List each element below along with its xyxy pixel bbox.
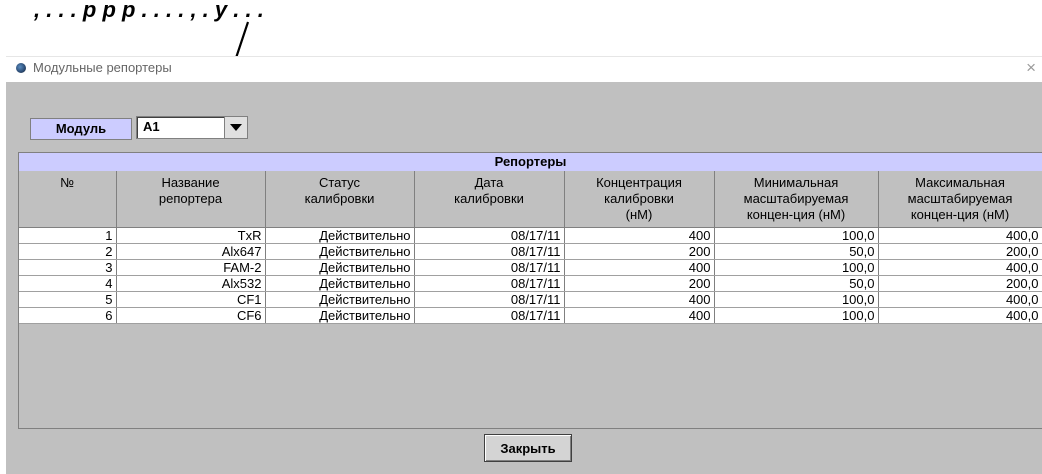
cell-max-concentration[interactable]: 400,0 [878, 307, 1042, 324]
chevron-down-icon[interactable] [224, 117, 247, 138]
cell-calibration-date[interactable]: 08/17/11 [414, 291, 565, 308]
cell-min-concentration[interactable]: 100,0 [714, 291, 879, 308]
cell-calibration-date[interactable]: 08/17/11 [414, 227, 565, 244]
table-title: Репортеры [19, 153, 1042, 172]
cell-calibration-status[interactable]: Действительно [265, 307, 415, 324]
cell-min-concentration[interactable]: 50,0 [714, 275, 879, 292]
reporters-table: № Название репортера Статус калибровки Д… [19, 171, 1042, 324]
cell-number[interactable]: 6 [19, 307, 117, 324]
cell-reporter-name[interactable]: CF6 [116, 307, 266, 324]
annotation-caption-fragment: , . . . р р р . . . . , . у . . . [34, 0, 264, 22]
cell-min-concentration[interactable]: 100,0 [714, 307, 879, 324]
cell-min-concentration[interactable]: 100,0 [714, 259, 879, 276]
cell-number[interactable]: 5 [19, 291, 117, 308]
cell-calibration-concentration[interactable]: 400 [564, 291, 715, 308]
table-row[interactable]: 6 CF6 Действительно 08/17/11 400 100,0 400,0 [19, 307, 1042, 324]
table-row[interactable]: 1 TxR Действительно 08/17/11 400 100,0 400,0 [19, 227, 1042, 244]
column-header-calibration-status[interactable]: Статус калибровки [265, 171, 415, 228]
close-button[interactable]: Закрыть [484, 434, 572, 462]
cell-reporter-name[interactable]: Alx647 [116, 243, 266, 260]
dialog-body: Модуль A1 Репортеры № Название репортера… [6, 82, 1042, 474]
module-dropdown[interactable]: A1 [136, 116, 248, 139]
column-header-min-scalable-concentration[interactable]: Минимальная масштабируемая концен-ция (н… [714, 171, 879, 228]
cell-calibration-status[interactable]: Действительно [265, 291, 415, 308]
cell-min-concentration[interactable]: 100,0 [714, 227, 879, 244]
cell-reporter-name[interactable]: CF1 [116, 291, 266, 308]
app-icon [16, 63, 26, 73]
cell-reporter-name[interactable]: Alx532 [116, 275, 266, 292]
cell-reporter-name[interactable]: TxR [116, 227, 266, 244]
column-header-number[interactable]: № [19, 171, 117, 228]
cell-calibration-date[interactable]: 08/17/11 [414, 307, 565, 324]
table-row[interactable]: 5 CF1 Действительно 08/17/11 400 100,0 400,0 [19, 291, 1042, 308]
cell-reporter-name[interactable]: FAM-2 [116, 259, 266, 276]
table-row[interactable]: 4 Alx532 Действительно 08/17/11 200 50,0 200,0 [19, 275, 1042, 292]
column-header-calibration-concentration[interactable]: Концентрация калибровки (нМ) [564, 171, 715, 228]
cell-calibration-status[interactable]: Действительно [265, 227, 415, 244]
cell-max-concentration[interactable]: 400,0 [878, 227, 1042, 244]
cell-calibration-concentration[interactable]: 200 [564, 275, 715, 292]
cell-number[interactable]: 4 [19, 275, 117, 292]
window-titlebar: Модульные репортеры × [6, 56, 1042, 83]
reporters-table-panel: Репортеры № Название репортера Статус ка… [18, 152, 1042, 429]
window-title: Модульные репортеры [33, 60, 172, 75]
cell-calibration-concentration[interactable]: 400 [564, 307, 715, 324]
column-header-reporter-name[interactable]: Название репортера [116, 171, 266, 228]
cell-number[interactable]: 2 [19, 243, 117, 260]
cell-calibration-concentration[interactable]: 400 [564, 227, 715, 244]
cell-min-concentration[interactable]: 50,0 [714, 243, 879, 260]
cell-calibration-status[interactable]: Действительно [265, 243, 415, 260]
cell-calibration-concentration[interactable]: 200 [564, 243, 715, 260]
cell-max-concentration[interactable]: 400,0 [878, 259, 1042, 276]
cell-max-concentration[interactable]: 400,0 [878, 291, 1042, 308]
cell-calibration-status[interactable]: Действительно [265, 275, 415, 292]
cell-calibration-concentration[interactable]: 400 [564, 259, 715, 276]
table-row[interactable]: 2 Alx647 Действительно 08/17/11 200 50,0 200,0 [19, 243, 1042, 260]
cell-number[interactable]: 1 [19, 227, 117, 244]
cell-calibration-date[interactable]: 08/17/11 [414, 243, 565, 260]
column-header-max-scalable-concentration[interactable]: Максимальная масштабируемая концен-ция (… [878, 171, 1042, 228]
cell-calibration-status[interactable]: Действительно [265, 259, 415, 276]
cell-calibration-date[interactable]: 08/17/11 [414, 259, 565, 276]
table-row[interactable]: 3 FAM-2 Действительно 08/17/11 400 100,0 400,0 [19, 259, 1042, 276]
cell-number[interactable]: 3 [19, 259, 117, 276]
module-label: Модуль [30, 118, 132, 140]
close-icon[interactable]: × [1026, 58, 1036, 78]
column-header-calibration-date[interactable]: Дата калибровки [414, 171, 565, 228]
module-selected-value: A1 [143, 119, 160, 134]
cell-max-concentration[interactable]: 200,0 [878, 275, 1042, 292]
cell-max-concentration[interactable]: 200,0 [878, 243, 1042, 260]
cell-calibration-date[interactable]: 08/17/11 [414, 275, 565, 292]
